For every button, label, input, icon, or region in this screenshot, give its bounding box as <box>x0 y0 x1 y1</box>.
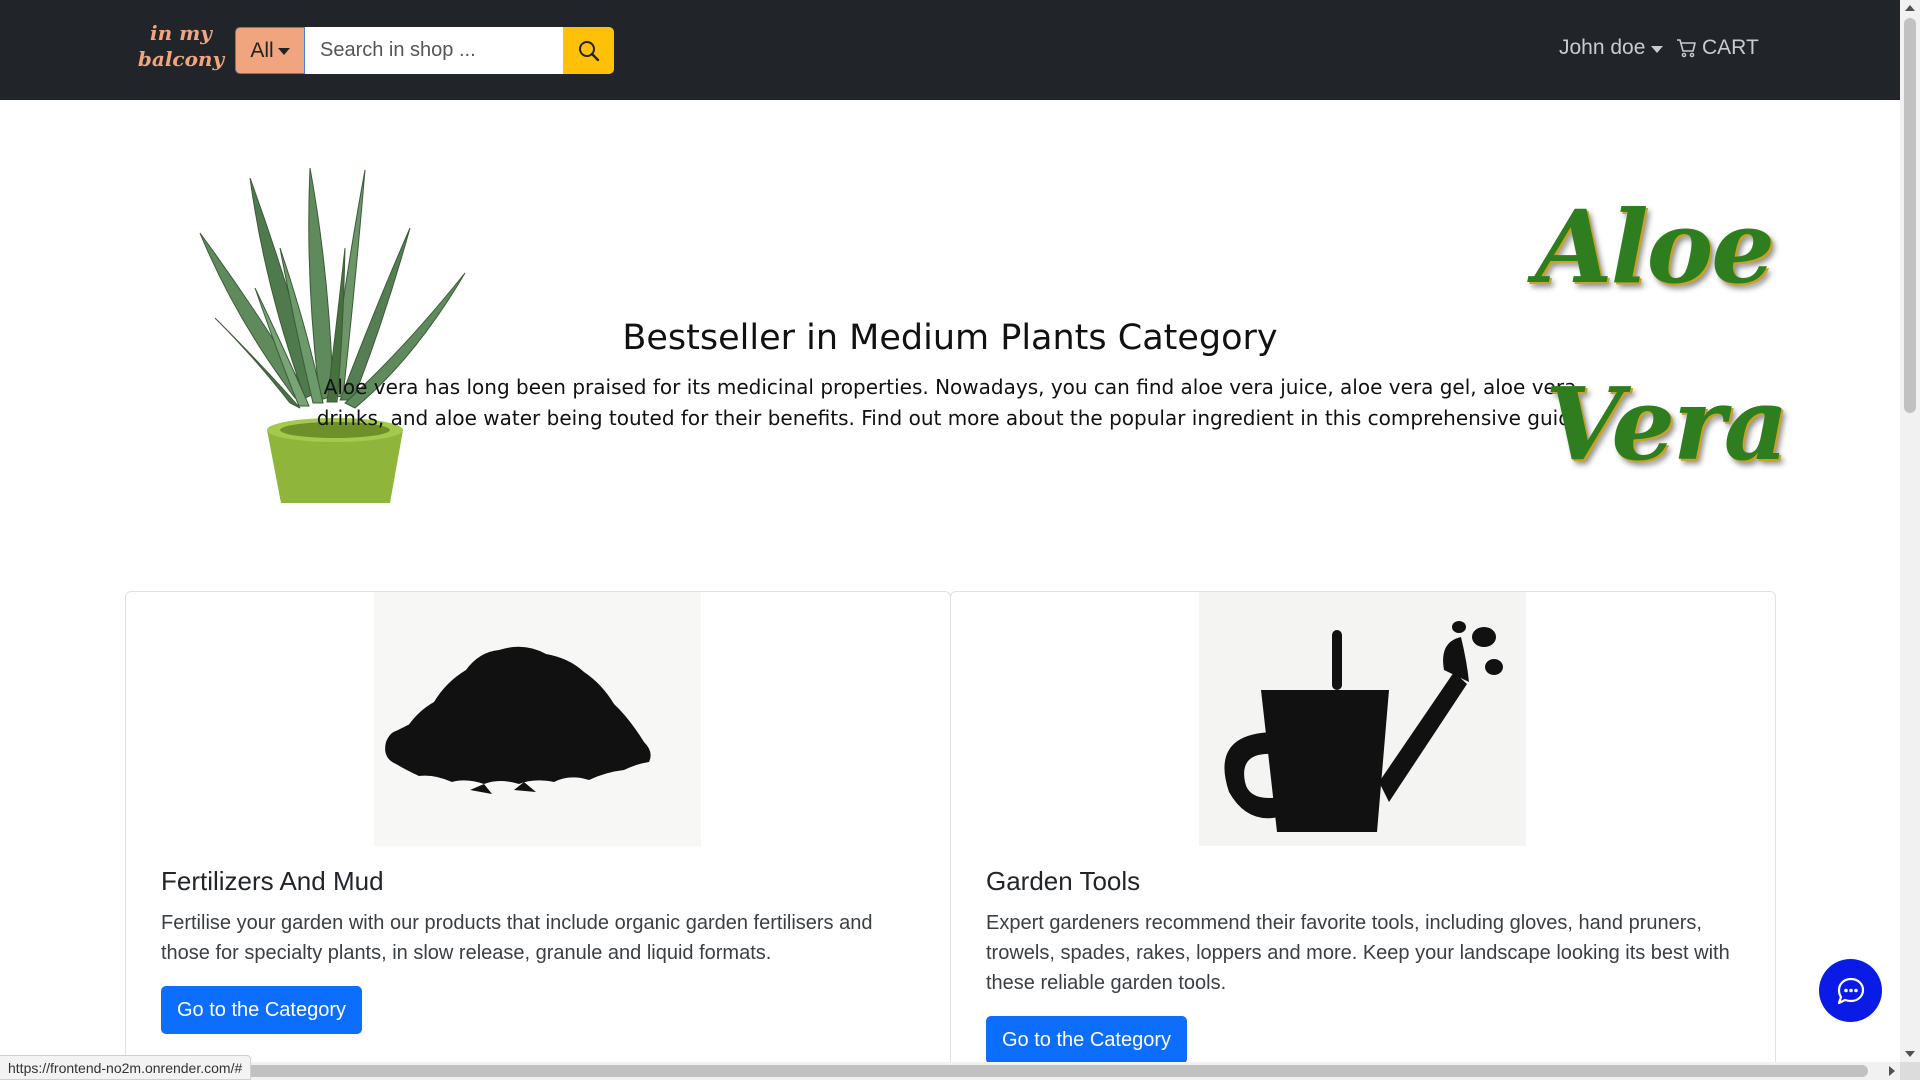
hero-description: Aloe vera has long been praised for its … <box>316 375 1584 430</box>
scrollbar-corner <box>1900 1062 1920 1080</box>
vertical-scroll-thumb[interactable] <box>1904 18 1916 413</box>
vertical-scrollbar[interactable] <box>1900 0 1920 1062</box>
hero-title: Bestseller in Medium Plants Category <box>622 318 1278 358</box>
brand-logo[interactable]: in my balcony <box>136 20 226 72</box>
card-text: Expert gardeners recommend their favorit… <box>986 912 1730 994</box>
caret-down-icon <box>277 48 290 55</box>
cart-label: CART <box>1702 36 1759 59</box>
category-dropdown-label: All <box>250 38 274 62</box>
search-input[interactable] <box>305 27 563 74</box>
card-image <box>1199 592 1526 846</box>
card-title: Garden Tools <box>986 866 1141 896</box>
search-button[interactable] <box>563 27 614 74</box>
scroll-up-arrow-icon[interactable] <box>1905 5 1915 11</box>
user-menu-dropdown[interactable]: John doe <box>1559 36 1664 60</box>
aloe-brand-word: Aloe <box>1535 188 1775 306</box>
logo-line-1: in my <box>150 21 212 45</box>
soil-pile-icon <box>385 646 651 794</box>
card-image <box>374 592 701 846</box>
card-text: Fertilise your garden with our products … <box>161 912 873 964</box>
category-card: Garden Tools Expert gardeners recommend … <box>950 591 1776 1071</box>
scroll-right-arrow-icon[interactable] <box>1889 1066 1895 1076</box>
navbar: in my balcony All John doe CART <box>0 0 1900 100</box>
scroll-down-arrow-icon[interactable] <box>1905 1051 1915 1057</box>
card-title: Fertilizers And Mud <box>161 866 384 896</box>
caret-down-icon <box>1651 45 1664 53</box>
horizontal-scrollbar[interactable] <box>0 1062 1900 1080</box>
search-icon <box>578 40 599 61</box>
category-dropdown[interactable]: All <box>235 27 305 74</box>
go-to-category-button[interactable]: Go to the Category <box>986 1016 1187 1064</box>
logo-line-2: balcony <box>137 47 225 71</box>
horizontal-scroll-thumb[interactable] <box>18 1065 1868 1077</box>
vera-brand-word: Vera <box>1545 365 1789 483</box>
cart-link[interactable]: CART <box>1676 36 1759 60</box>
watering-can-icon <box>1224 621 1503 832</box>
cart-icon <box>1677 39 1696 58</box>
category-card: Fertilizers And Mud Fertilise your garde… <box>125 591 951 1071</box>
user-name: John doe <box>1559 36 1646 59</box>
search-group: All <box>235 27 614 74</box>
chat-icon <box>1837 977 1864 1004</box>
go-to-category-button[interactable]: Go to the Category <box>161 986 362 1034</box>
status-bar-url: https://frontend-no2m.onrender.com/# <box>0 1055 252 1080</box>
chat-button[interactable] <box>1819 959 1882 1022</box>
